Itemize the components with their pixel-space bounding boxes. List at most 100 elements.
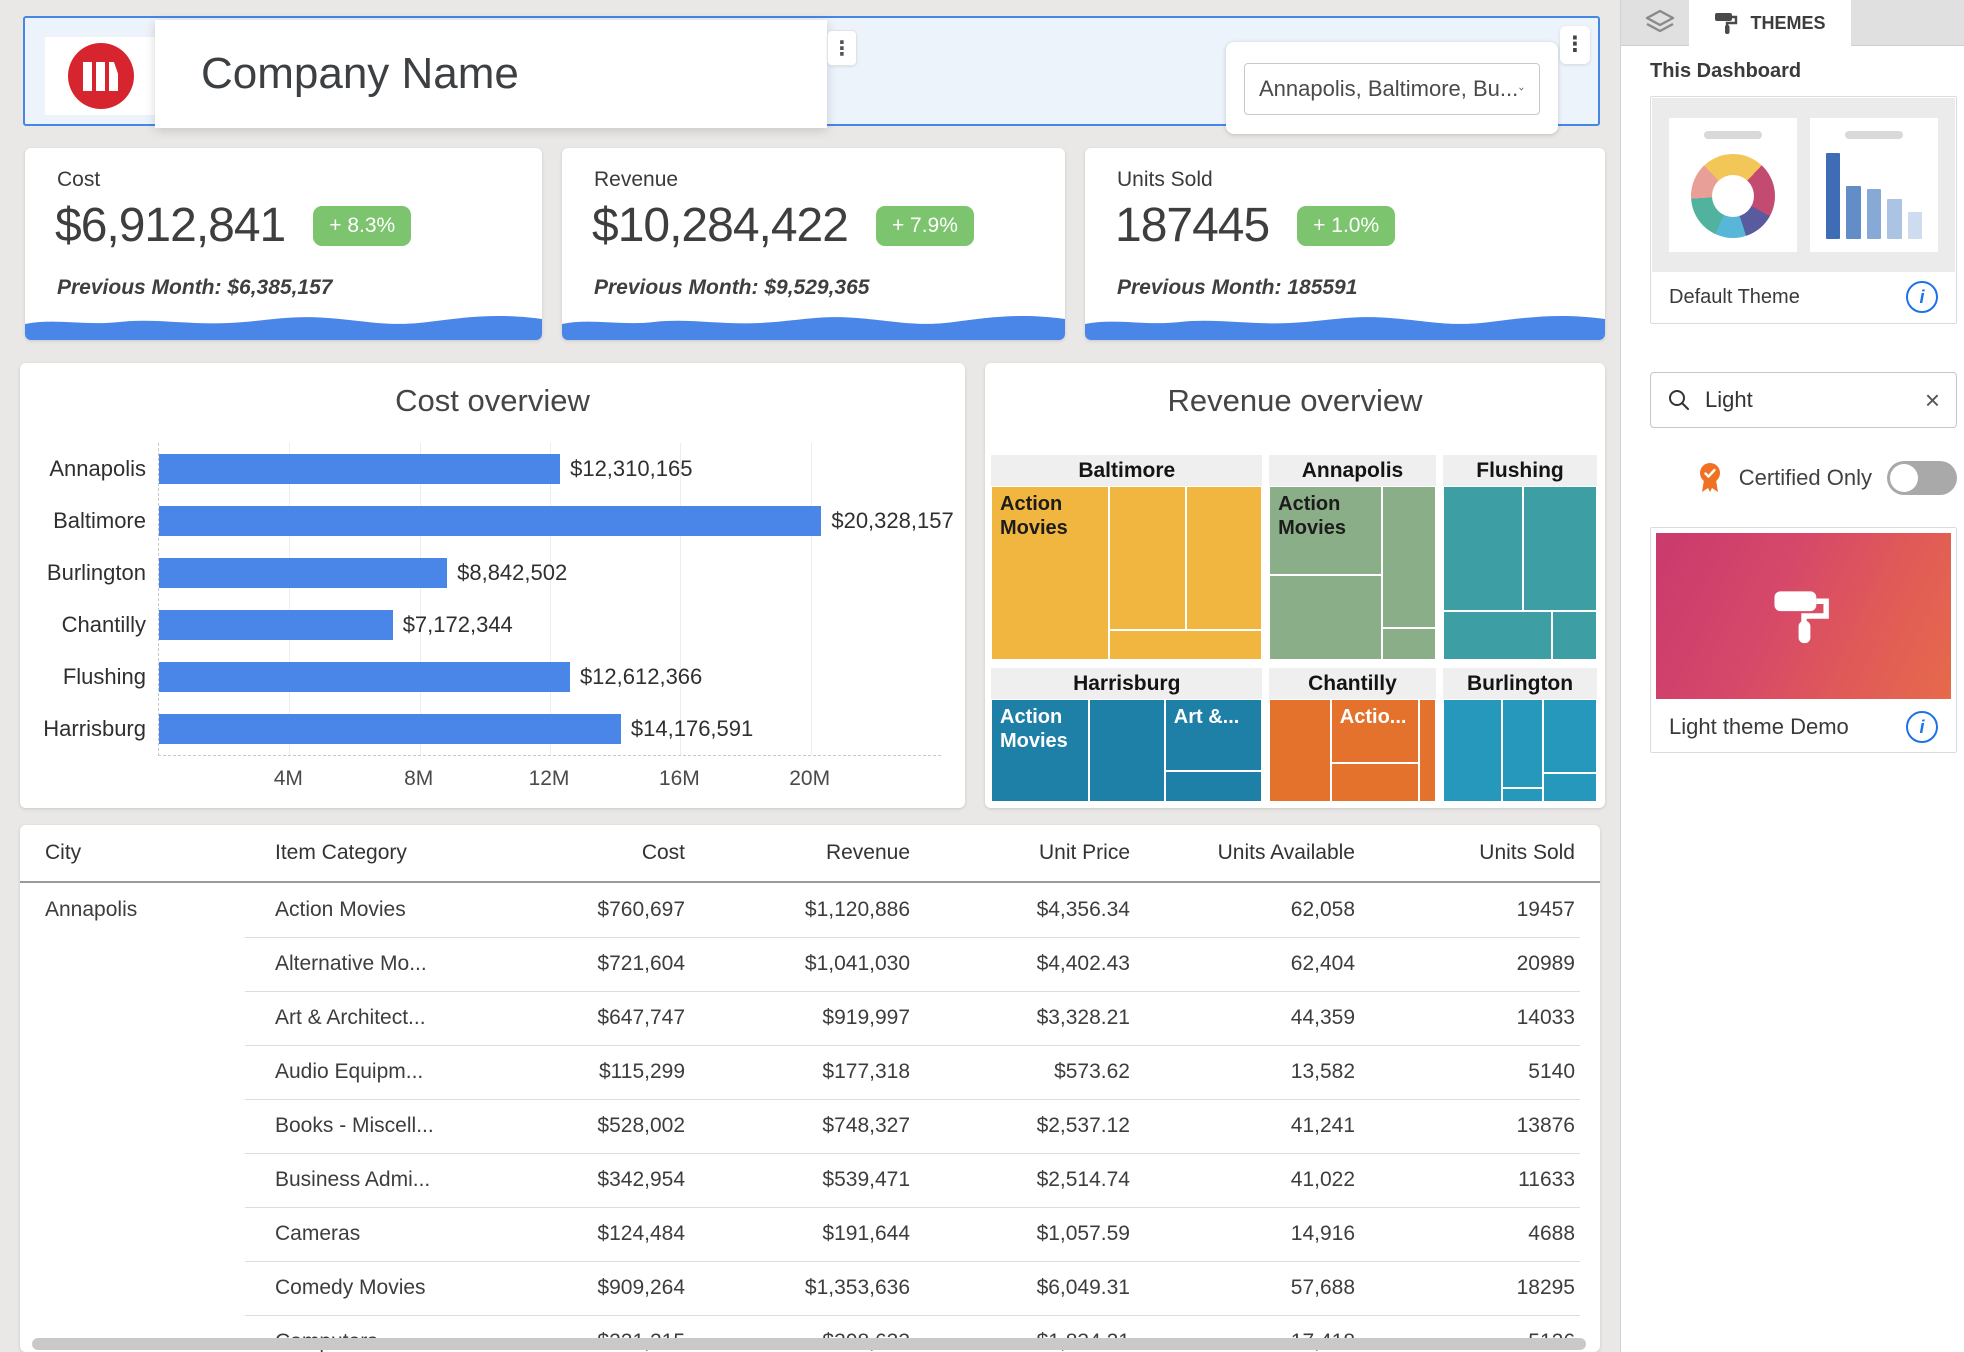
treemap-group-chantilly: ChantillyActio... bbox=[1269, 668, 1436, 802]
treemap-group-flushing: Flushing bbox=[1443, 455, 1597, 660]
table-cell: $748,327 bbox=[685, 1114, 910, 1138]
company-logo bbox=[45, 37, 157, 115]
bar[interactable] bbox=[159, 610, 393, 640]
kpi-card[interactable]: Cost$6,912,841+ 8.3%Previous Month: $6,3… bbox=[25, 148, 542, 340]
bar-row: $12,612,366 bbox=[159, 662, 941, 692]
themes-tab-label: THEMES bbox=[1750, 13, 1825, 34]
kpi-title: Revenue bbox=[594, 168, 678, 192]
city-filter-widget: Annapolis, Baltimore, Bu... bbox=[1226, 42, 1558, 134]
tab-layers[interactable] bbox=[1631, 0, 1689, 45]
treemap-cell[interactable] bbox=[1331, 763, 1419, 802]
treemap-cell[interactable] bbox=[1523, 486, 1597, 611]
certified-only-toggle[interactable] bbox=[1887, 461, 1957, 495]
treemap-group-body: Action Movies Art &... bbox=[991, 699, 1262, 802]
bar-category-label: Harrisburg bbox=[20, 714, 146, 744]
treemap-group-title: Chantilly bbox=[1269, 668, 1436, 699]
treemap-cell[interactable] bbox=[1543, 699, 1597, 773]
company-logo-icon bbox=[68, 43, 134, 109]
treemap-cell[interactable] bbox=[1502, 699, 1544, 787]
row-separator bbox=[245, 991, 1580, 992]
table-cell: Books - Miscell... bbox=[275, 1114, 480, 1138]
treemap-cell[interactable] bbox=[1089, 699, 1165, 802]
treemap-cell[interactable] bbox=[1186, 486, 1262, 630]
treemap-group-title: Burlington bbox=[1443, 668, 1597, 699]
table-header-cell[interactable]: Cost bbox=[480, 841, 685, 865]
treemap-cell[interactable] bbox=[1543, 773, 1597, 802]
table-cell: $539,471 bbox=[685, 1168, 910, 1192]
treemap-cell[interactable]: Action Movies bbox=[991, 699, 1089, 802]
kebab-icon: ⋮ bbox=[832, 36, 852, 61]
header-widget[interactable]: Company Name ⋮ Annapolis, Baltimore, Bu.… bbox=[23, 16, 1600, 126]
treemap-cell[interactable]: Art &... bbox=[1165, 699, 1263, 771]
bar[interactable] bbox=[159, 662, 570, 692]
table-header-cell[interactable]: Units Available bbox=[1130, 841, 1355, 865]
treemap-cell[interactable] bbox=[1165, 771, 1263, 802]
treemap-cell[interactable] bbox=[1382, 628, 1435, 659]
treemap-cell[interactable] bbox=[1443, 486, 1523, 611]
kpi-card[interactable]: Revenue$10,284,422+ 7.9%Previous Month: … bbox=[562, 148, 1065, 340]
treemap-group-annapolis: AnnapolisAction Movies bbox=[1269, 455, 1436, 660]
treemap-cell[interactable]: Action Movies bbox=[991, 486, 1109, 660]
bar-row: $20,328,157 bbox=[159, 506, 941, 536]
table-cell: 13876 bbox=[1355, 1114, 1575, 1138]
table-header-cell[interactable]: Unit Price bbox=[910, 841, 1130, 865]
table-cell: Comedy Movies bbox=[275, 1276, 480, 1300]
info-icon[interactable]: i bbox=[1906, 711, 1938, 743]
bar-chart-thumbnail bbox=[1810, 118, 1938, 252]
treemap-cell-label: Action Movies bbox=[992, 700, 1088, 758]
table-cell: $177,318 bbox=[685, 1060, 910, 1084]
table-cell: $2,537.12 bbox=[910, 1114, 1130, 1138]
treemap-cell[interactable] bbox=[1443, 699, 1501, 802]
treemap-cell[interactable] bbox=[1552, 611, 1597, 660]
table-header-cell[interactable]: Item Category bbox=[275, 841, 480, 865]
sidebar-tabbar: THEMES bbox=[1621, 0, 1964, 46]
bar[interactable] bbox=[159, 454, 560, 484]
table-cell: Action Movies bbox=[275, 898, 480, 922]
clear-search-icon[interactable]: × bbox=[1925, 387, 1940, 413]
treemap-cell[interactable] bbox=[1269, 575, 1382, 660]
tab-themes[interactable]: THEMES bbox=[1689, 0, 1851, 46]
bar-row: $14,176,591 bbox=[159, 714, 941, 744]
bar[interactable] bbox=[159, 714, 621, 744]
treemap-cell[interactable] bbox=[1443, 611, 1552, 660]
bar-value-label: $14,176,591 bbox=[631, 714, 753, 744]
certified-only-row: Certified Only bbox=[1650, 458, 1957, 498]
table-header-cell[interactable]: City bbox=[45, 841, 275, 865]
x-axis-tick-label: 4M bbox=[274, 767, 303, 791]
table-header-cell[interactable]: Units Sold bbox=[1355, 841, 1575, 865]
table-cell: $1,041,030 bbox=[685, 952, 910, 976]
theme-search-input[interactable]: Light × bbox=[1650, 372, 1957, 428]
treemap-cell[interactable]: Actio... bbox=[1331, 699, 1419, 763]
treemap-cell[interactable] bbox=[1502, 788, 1544, 802]
widget-menu-button[interactable]: ⋮ bbox=[827, 30, 857, 66]
info-icon[interactable]: i bbox=[1906, 281, 1938, 313]
kebab-icon: ⋮ bbox=[1565, 33, 1586, 56]
kpi-value-row: 187445+ 1.0% bbox=[1115, 198, 1395, 253]
bar[interactable] bbox=[159, 506, 821, 536]
table-cell: 11633 bbox=[1355, 1168, 1575, 1192]
bar-category-label: Flushing bbox=[20, 662, 146, 692]
default-theme-card[interactable]: Default Theme i bbox=[1650, 96, 1957, 324]
treemap-cell[interactable] bbox=[1269, 699, 1331, 802]
table-cell: $115,299 bbox=[480, 1060, 685, 1084]
city-filter-dropdown[interactable]: Annapolis, Baltimore, Bu... bbox=[1244, 63, 1540, 115]
horizontal-scrollbar[interactable] bbox=[32, 1338, 1586, 1350]
x-axis-tick-label: 16M bbox=[659, 767, 700, 791]
bar-value-label: $20,328,157 bbox=[831, 506, 953, 536]
company-name-title: Company Name bbox=[155, 20, 827, 128]
treemap-cell[interactable] bbox=[1109, 630, 1262, 660]
kpi-card[interactable]: Units Sold187445+ 1.0%Previous Month: 18… bbox=[1085, 148, 1605, 340]
table-cell: $528,002 bbox=[480, 1114, 685, 1138]
treemap-cell[interactable] bbox=[1382, 486, 1435, 628]
bar-row: $7,172,344 bbox=[159, 610, 941, 640]
treemap-group-harrisburg: HarrisburgAction MoviesArt &... bbox=[991, 668, 1262, 802]
treemap-cell[interactable]: Action Movies bbox=[1269, 486, 1382, 575]
treemap-group-burlington: Burlington bbox=[1443, 668, 1597, 802]
kpi-previous-month: Previous Month: $6,385,157 bbox=[57, 276, 332, 300]
treemap-cell[interactable] bbox=[1419, 699, 1436, 802]
light-theme-card[interactable]: Light theme Demo i bbox=[1650, 527, 1957, 753]
table-header-cell[interactable]: Revenue bbox=[685, 841, 910, 865]
bar[interactable] bbox=[159, 558, 447, 588]
header-menu-button[interactable]: ⋮ bbox=[1560, 26, 1590, 64]
treemap-cell[interactable] bbox=[1109, 486, 1186, 630]
